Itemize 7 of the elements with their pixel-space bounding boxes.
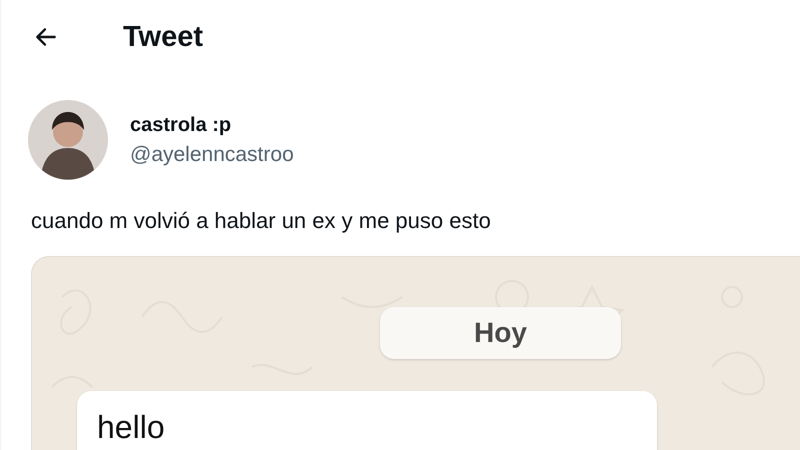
date-label: Hoy <box>380 307 621 359</box>
avatar[interactable] <box>28 100 108 180</box>
message-bubble: hello <box>77 391 657 450</box>
tweet-text: cuando m volvió a hablar un ex y me puso esto <box>31 208 492 234</box>
author-name[interactable]: castrola :p <box>130 114 294 136</box>
author-handle[interactable]: @ayelenncastroo <box>130 142 294 166</box>
page-title: Tweet <box>123 20 204 54</box>
